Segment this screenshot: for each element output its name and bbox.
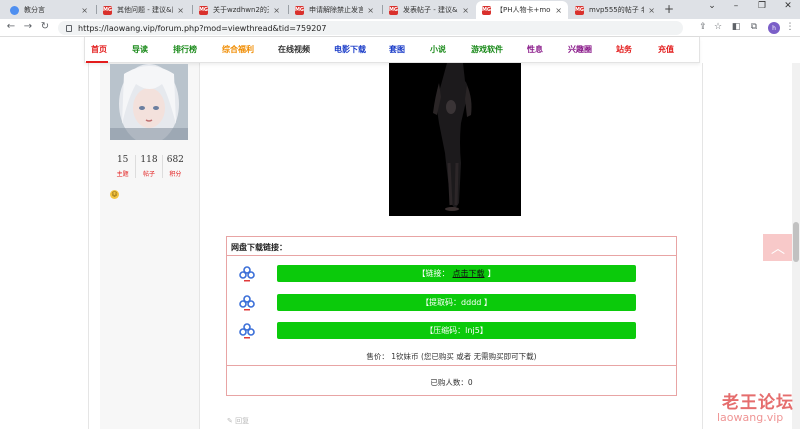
browser-tab-strip: 教分言 × MG 其他问题 - 建议&反馈 × MG 关于wzdhwn2的天天 …: [0, 0, 800, 19]
url-text: https://laowang.vip/forum.php?mod=viewth…: [78, 23, 327, 33]
unzip-code-row: 【压缩码：lnj5】: [227, 320, 676, 344]
lock-icon: [66, 24, 72, 32]
scroll-to-top-button[interactable]: ︿: [763, 234, 793, 261]
nav-item-novel[interactable]: 小说: [430, 44, 446, 55]
nav-active-indicator: [86, 61, 108, 63]
reply-link[interactable]: ✎ 回复: [227, 416, 249, 426]
nav-item-interest[interactable]: 兴趣圈: [568, 44, 592, 55]
profile-avatar[interactable]: h: [768, 22, 780, 34]
tab-close-icon[interactable]: ×: [81, 6, 88, 15]
tab-title: 关于wzdhwn2的天天: [213, 6, 269, 14]
stat-label: 帖子: [142, 171, 155, 178]
tab-close-icon[interactable]: ×: [367, 6, 374, 15]
price-text: 售价： 1钦妹币 (您已购买 或者 无需购买即可下载): [366, 352, 537, 361]
baidu-pan-icon: [239, 322, 255, 340]
tab-close-icon[interactable]: ×: [273, 6, 280, 15]
extensions-icon[interactable]: ◧: [730, 22, 742, 32]
download-link-row: 【链接： 点击下载 】: [227, 263, 676, 287]
browser-tab[interactable]: MG 发表帖子 - 建议&反馈 ×: [383, 1, 475, 19]
stat-posts[interactable]: 118 帖子: [136, 155, 163, 178]
watermark-url: laowang.vip: [717, 411, 784, 424]
stat-label: 主题: [116, 171, 129, 178]
stat-threads[interactable]: 15 主题: [110, 155, 137, 178]
browser-tab-active[interactable]: MG 【PH人物卡+mod】 ×: [476, 1, 568, 19]
unzip-code-button[interactable]: 【压缩码：lnj5】: [277, 322, 636, 339]
tab-title: 教分言: [24, 6, 45, 14]
forward-icon[interactable]: →: [21, 21, 35, 32]
nav-item-home[interactable]: 首页: [91, 44, 107, 55]
nav-item-movie[interactable]: 电影下载: [334, 44, 366, 55]
avatar[interactable]: [110, 64, 188, 140]
tab-title: mvp555的帖子 老王: [589, 6, 644, 14]
tab-search-icon[interactable]: ⌄: [702, 1, 722, 11]
site-favicon-icon: MG: [481, 5, 492, 15]
site-favicon-icon: MG: [102, 5, 113, 15]
stat-label: 积分: [169, 171, 182, 178]
nav-item-games[interactable]: 游戏软件: [471, 44, 503, 55]
browser-tab[interactable]: MG 关于wzdhwn2的天天 ×: [193, 1, 286, 19]
chevron-up-icon: ︿: [771, 240, 785, 257]
baidu-pan-icon: [239, 265, 255, 283]
tab-close-icon[interactable]: ×: [648, 6, 655, 15]
browser-toolbar: ← → ↻ https://laowang.vip/forum.php?mod=…: [0, 19, 800, 37]
nav-item-gallery[interactable]: 套图: [389, 44, 405, 55]
nav-item-welfare[interactable]: 综合福利: [222, 44, 254, 55]
back-icon[interactable]: ←: [4, 21, 18, 32]
browser-tab[interactable]: 教分言 ×: [4, 1, 94, 19]
stat-value: 118: [140, 155, 158, 165]
new-tab-button[interactable]: +: [664, 2, 674, 16]
download-title: 网盘下载链接：: [231, 243, 287, 252]
link-prefix: 【链接：: [417, 269, 450, 278]
watermark-title: 老王论坛: [722, 393, 794, 413]
tab-title: 其他问题 - 建议&反馈: [117, 6, 173, 14]
tab-title: 申请解除禁止发言_老: [309, 6, 364, 14]
reload-icon[interactable]: ↻: [38, 21, 52, 32]
nav-item-xingxi[interactable]: 性息: [527, 44, 543, 55]
extract-code-button[interactable]: 【提取码：dddd 】: [277, 294, 636, 311]
link-suffix: 】: [487, 269, 496, 278]
nav-item-video[interactable]: 在线视频: [278, 44, 310, 55]
tab-close-icon[interactable]: ×: [462, 6, 469, 15]
download-link[interactable]: 点击下载: [453, 268, 485, 279]
tab-title: 【PH人物卡+mod】: [496, 6, 551, 14]
site-nav: 首页 导读 排行榜 综合福利 在线视频 电影下载 套图 小说 游戏软件 性息 兴…: [84, 37, 700, 63]
maximize-button[interactable]: ❐: [752, 1, 772, 11]
nav-item-affairs[interactable]: 站务: [616, 44, 632, 55]
browser-tab[interactable]: MG 申请解除禁止发言_老 ×: [289, 1, 380, 19]
buyer-count: 已购人数：0: [430, 378, 473, 387]
share-icon[interactable]: ⇪: [697, 22, 709, 32]
extract-code-row: 【提取码：dddd 】: [227, 292, 676, 316]
baidu-pan-icon: [239, 294, 255, 312]
bookmark-star-icon[interactable]: ☆: [712, 22, 724, 32]
smiley-icon: ☺: [110, 190, 119, 199]
tab-close-icon[interactable]: ×: [555, 6, 562, 15]
site-favicon-icon: MG: [388, 5, 399, 15]
stat-points[interactable]: 682 积分: [163, 155, 188, 178]
scrollbar-thumb[interactable]: [793, 222, 799, 262]
nav-item-ranking[interactable]: 排行榜: [173, 44, 197, 55]
address-bar[interactable]: https://laowang.vip/forum.php?mod=viewth…: [58, 21, 683, 35]
site-favicon-icon: MG: [198, 5, 209, 15]
minimize-button[interactable]: –: [726, 1, 746, 11]
side-panel-icon[interactable]: ⧉: [748, 22, 760, 32]
nav-item-guide[interactable]: 导读: [132, 44, 148, 55]
browser-tab[interactable]: MG 其他问题 - 建议&反馈 ×: [97, 1, 190, 19]
post-image[interactable]: [389, 63, 521, 216]
menu-icon[interactable]: ⋮: [784, 22, 796, 32]
user-stats: 15 主题 118 帖子 682 积分: [110, 155, 188, 178]
download-link-button[interactable]: 【链接： 点击下载 】: [277, 265, 636, 282]
nav-item-recharge[interactable]: 充值: [658, 44, 674, 55]
browser-tab[interactable]: MG mvp555的帖子 老王 ×: [569, 1, 661, 19]
site-favicon-icon: MG: [294, 5, 305, 15]
stat-value: 682: [166, 155, 184, 165]
stat-value: 15: [116, 155, 129, 165]
chrome-favicon-icon: [10, 5, 19, 15]
download-box: 网盘下载链接： 【链接： 点击下载 】 【提取码：dddd 】 【压缩码：lnj…: [226, 236, 677, 396]
close-window-button[interactable]: ✕: [778, 1, 798, 11]
tab-title: 发表帖子 - 建议&反馈: [403, 6, 458, 14]
tab-close-icon[interactable]: ×: [177, 6, 184, 15]
site-favicon-icon: MG: [574, 5, 585, 15]
